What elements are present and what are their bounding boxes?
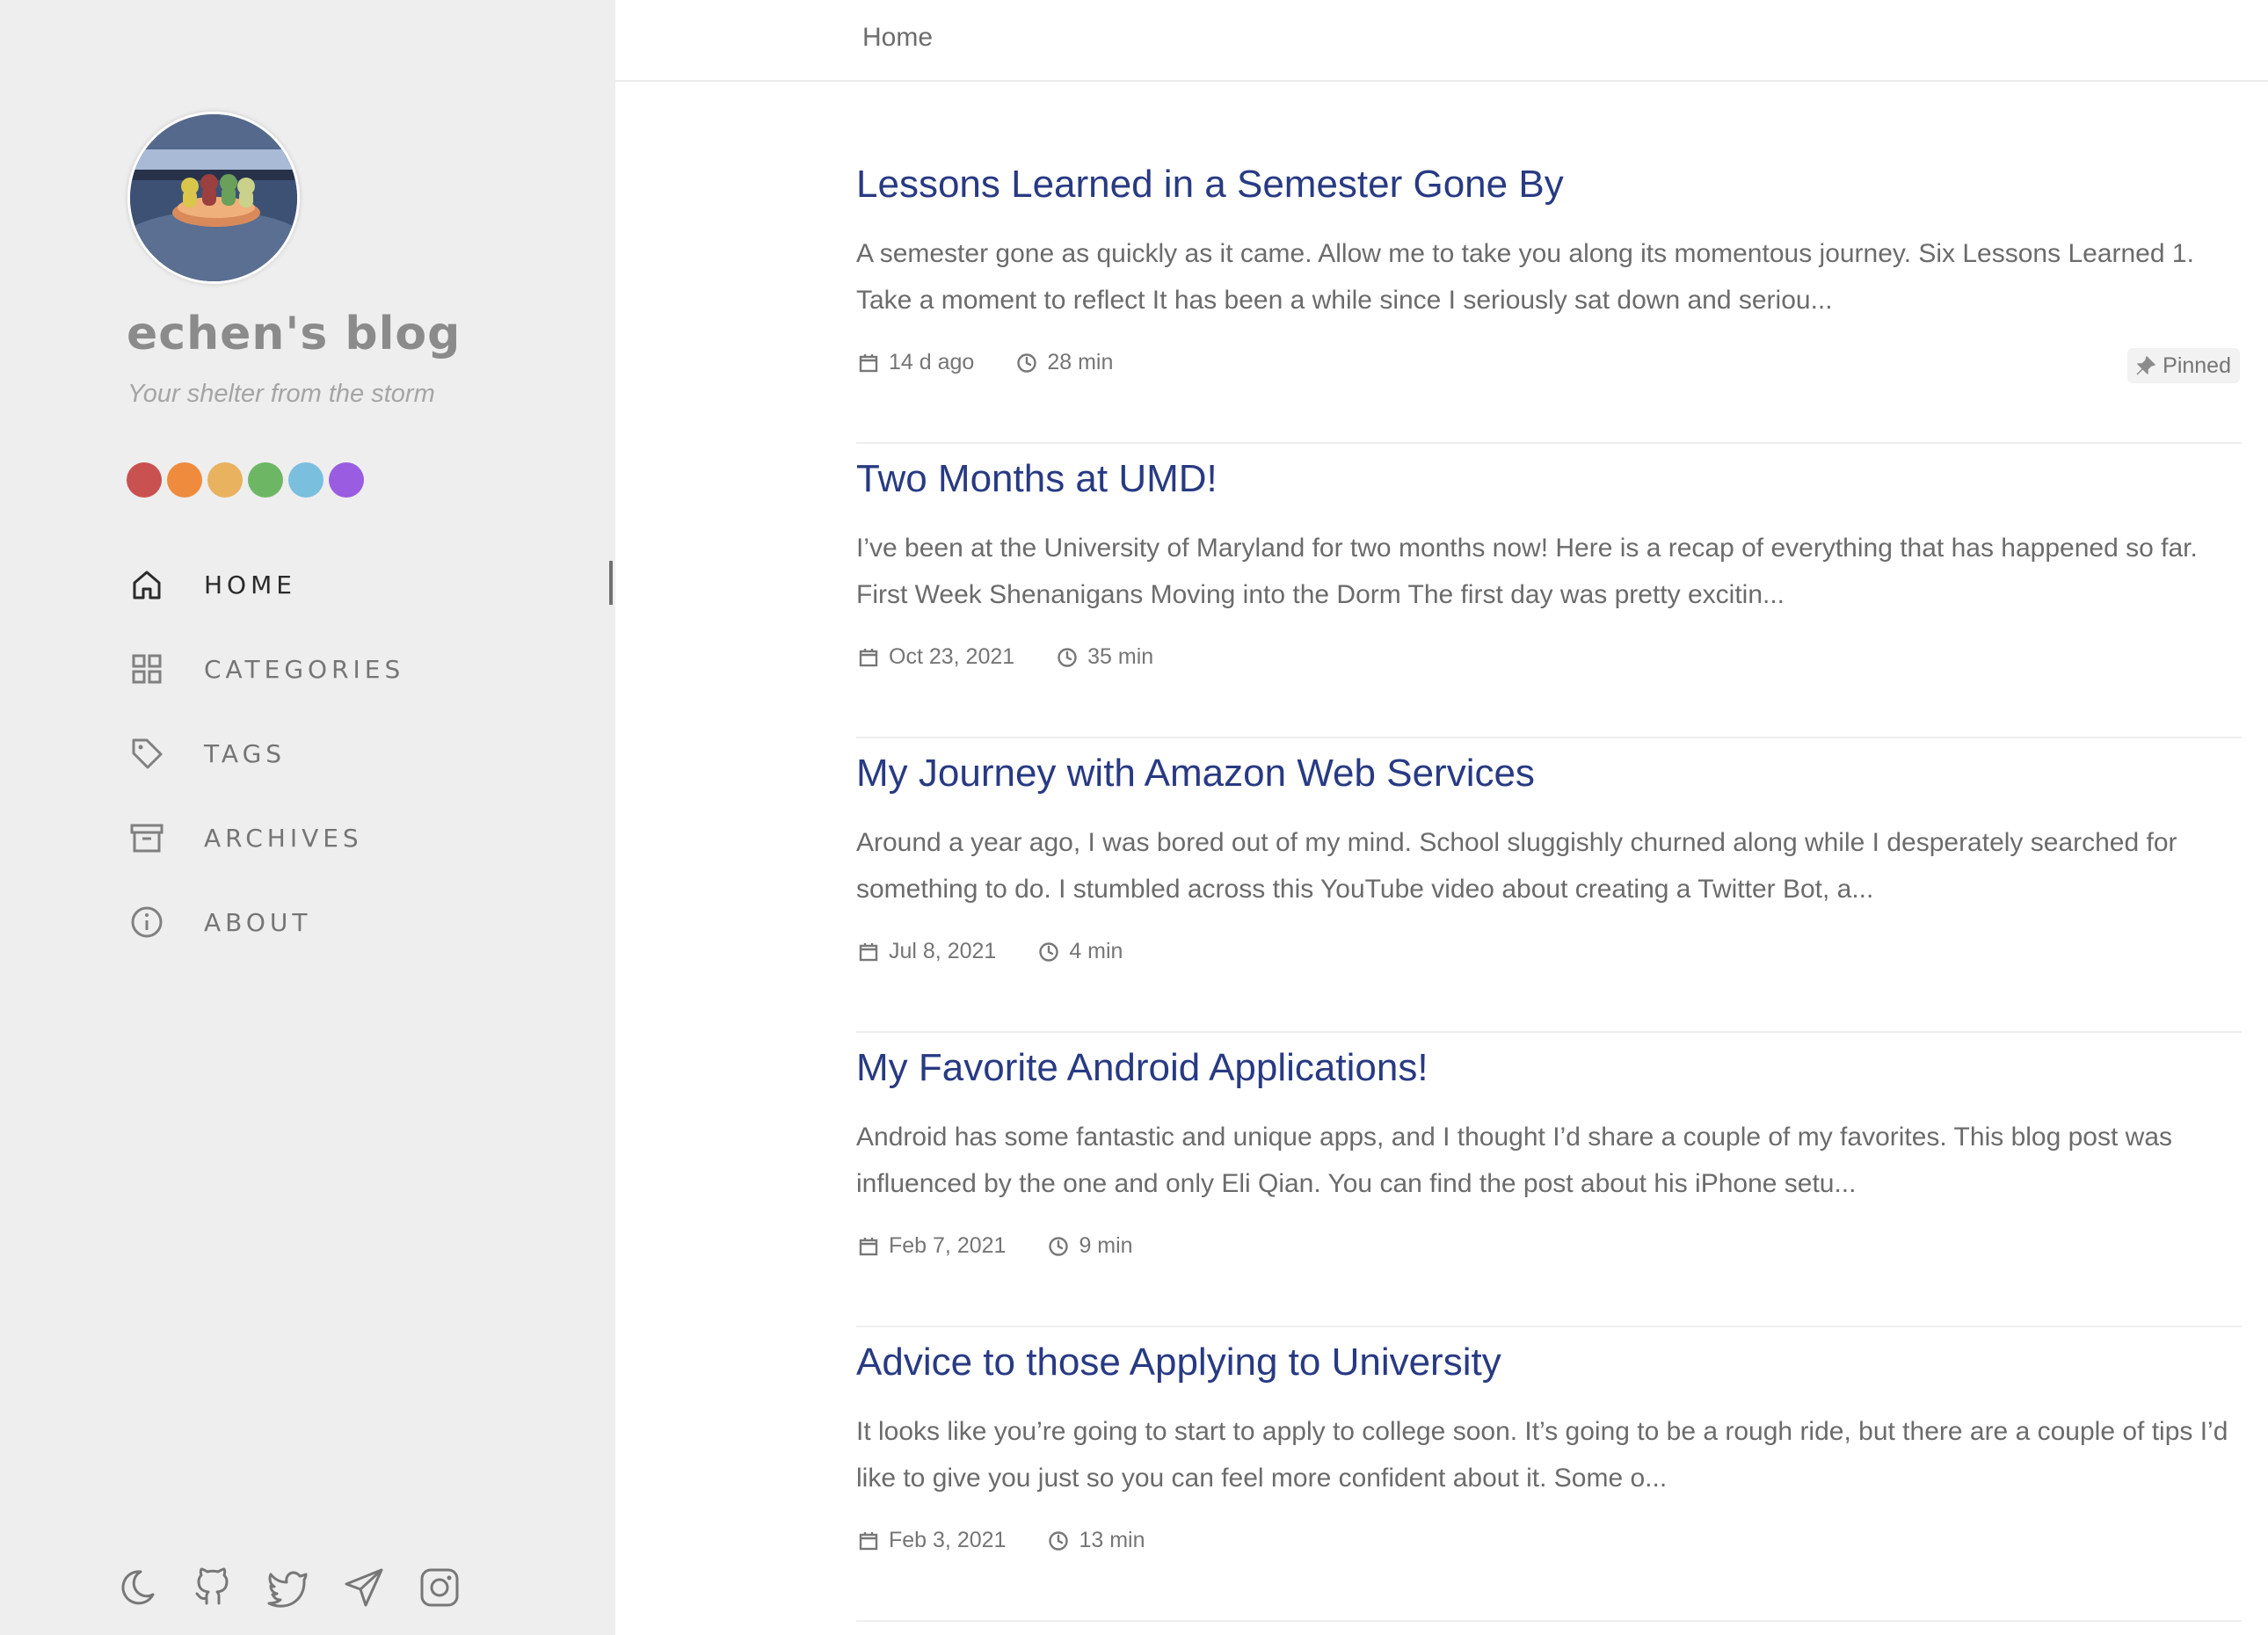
post-meta: Feb 3, 2021 13 min [856, 1528, 1145, 1553]
color-dot[interactable] [207, 462, 243, 498]
calendar-icon [859, 942, 878, 961]
post-excerpt: A semester gone as quickly as it came. A… [856, 239, 2194, 315]
color-dots [127, 462, 369, 498]
post-read-time: 13 min [1079, 1528, 1145, 1552]
sidebar-item-archives[interactable]: ARCHIVES [127, 811, 359, 864]
telegram-icon[interactable] [341, 1565, 387, 1610]
post-title[interactable]: Two Months at UMD! [856, 457, 1218, 501]
sidebar-item-label: ARCHIVES [204, 823, 363, 853]
sidebar-item-categories[interactable]: CATEGORIES [127, 643, 400, 695]
home-icon [133, 570, 161, 600]
instagram-icon[interactable] [417, 1565, 462, 1610]
post-title[interactable]: My Favorite Android Applications! [856, 1046, 1428, 1090]
active-nav-indicator [609, 561, 613, 605]
pinned-badge: Pinned [2127, 348, 2240, 383]
post-read-time: 28 min [1047, 350, 1114, 374]
pin-icon [2136, 356, 2155, 375]
post-card[interactable]: My Journey with Amazon Web Services Arou… [856, 738, 2242, 1033]
post-excerpt: I’ve been at the University of Maryland … [856, 534, 2198, 609]
post-card[interactable]: My Favorite Android Applications! Androi… [856, 1033, 2242, 1327]
archive-icon [130, 824, 164, 853]
post-card[interactable]: Two Months at UMD! I’ve been at the Univ… [856, 444, 2242, 738]
color-dot[interactable] [167, 462, 202, 498]
color-dot[interactable] [329, 462, 364, 498]
post-list: Lessons Learned in a Semester Gone By A … [856, 149, 2242, 1622]
calendar-icon [859, 1531, 878, 1550]
twitter-icon[interactable] [265, 1565, 311, 1610]
grid-icon [132, 654, 162, 684]
post-date: Feb 3, 2021 [889, 1528, 1007, 1552]
color-dot[interactable] [127, 462, 162, 498]
github-icon[interactable] [190, 1565, 236, 1610]
post-excerpt: Android has some fantastic and unique ap… [856, 1123, 2173, 1198]
breadcrumb: Home [862, 23, 934, 52]
post-title[interactable]: My Journey with Amazon Web Services [856, 752, 1535, 796]
clock-icon [1058, 647, 1077, 667]
clock-icon [1017, 352, 1037, 373]
info-icon [131, 906, 163, 938]
calendar-icon [859, 353, 878, 372]
sidebar-item-about[interactable]: ABOUT [127, 896, 308, 948]
gummy-bear-avatar-icon [130, 114, 297, 281]
pinned-label: Pinned [2163, 352, 2231, 378]
post-meta: Feb 7, 2021 9 min [856, 1233, 1133, 1259]
post-read-time: 4 min [1069, 939, 1123, 963]
post-meta: Oct 23, 2021 35 min [856, 644, 1153, 670]
sidebar-item-label: CATEGORIES [204, 654, 405, 684]
calendar-icon [859, 1237, 878, 1255]
post-title[interactable]: Advice to those Applying to University [856, 1341, 1501, 1384]
post-date: Feb 7, 2021 [889, 1233, 1007, 1258]
tag-icon [132, 738, 163, 769]
sidebar-item-label: ABOUT [204, 907, 312, 937]
post-date: Jul 8, 2021 [889, 939, 997, 963]
sidebar-item-label: TAGS [204, 738, 287, 768]
post-date: 14 d ago [889, 350, 975, 374]
clock-icon [1049, 1530, 1069, 1551]
post-card[interactable]: Advice to those Applying to University I… [856, 1327, 2242, 1622]
moon-icon[interactable] [114, 1565, 160, 1610]
post-date: Oct 23, 2021 [889, 644, 1015, 669]
top-bar: Home [615, 0, 2268, 82]
post-read-time: 9 min [1079, 1233, 1133, 1258]
sidebar-item-home[interactable]: HOME [127, 558, 292, 611]
sidebar-item-label: HOME [204, 570, 296, 600]
post-card[interactable]: Lessons Learned in a Semester Gone By A … [856, 149, 2242, 444]
color-dot[interactable] [248, 462, 283, 498]
post-excerpt: Around a year ago, I was bored out of my… [856, 828, 2177, 904]
post-meta: Jul 8, 2021 4 min [856, 939, 1123, 964]
sidebar-item-tags[interactable]: TAGS [127, 727, 281, 780]
clock-icon [1049, 1236, 1069, 1256]
clock-icon [1039, 941, 1059, 962]
color-dot[interactable] [288, 462, 323, 498]
site-title[interactable]: echen's blog [127, 308, 461, 360]
post-read-time: 35 min [1087, 644, 1154, 669]
site-subtitle: Your shelter from the storm [127, 380, 435, 408]
avatar[interactable] [127, 112, 300, 284]
sidebar: echen's blog Your shelter from the storm… [0, 0, 615, 1635]
post-title[interactable]: Lessons Learned in a Semester Gone By [856, 163, 1564, 207]
post-meta: 14 d ago 28 min [856, 350, 1113, 375]
sidebar-bottom-links [114, 1565, 492, 1610]
calendar-icon [859, 648, 878, 666]
post-excerpt: It looks like you’re going to start to a… [856, 1417, 2228, 1493]
